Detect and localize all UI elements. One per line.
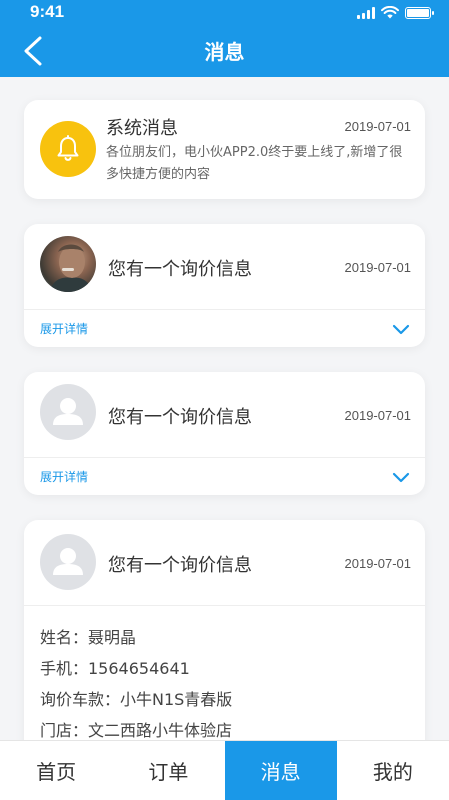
tab-orders[interactable]: 订单 xyxy=(112,741,224,800)
message-list[interactable]: 系统消息 2019-07-01 各位朋友们，电小伙APP2.0终于要上线了,新增… xyxy=(0,77,449,740)
expand-details-link[interactable]: 展开详情 xyxy=(40,320,88,337)
inquiry-card-expanded[interactable]: 您有一个询价信息 2019-07-01 姓名：聂明晶 手机：1564654641… xyxy=(24,520,425,740)
tab-messages[interactable]: 消息 xyxy=(224,741,337,800)
inquiry-card[interactable]: 您有一个询价信息 2019-07-01 展开详情 xyxy=(24,372,425,495)
inquiry-date: 2019-07-01 xyxy=(344,408,412,423)
bottom-tab-bar: 首页 订单 消息 我的 xyxy=(0,740,449,800)
person-placeholder-icon xyxy=(53,398,83,425)
status-bar: 9:41 xyxy=(0,0,449,24)
expand-details-link[interactable]: 展开详情 xyxy=(40,468,88,485)
page-title: 消息 xyxy=(204,40,245,64)
header: 9:41 消息 xyxy=(0,0,449,77)
inquiry-title: 您有一个询价信息 xyxy=(108,555,252,576)
chevron-down-icon[interactable] xyxy=(391,322,411,336)
system-message-title: 系统消息 xyxy=(106,118,178,139)
customer-phone: 手机：1564654641 xyxy=(40,659,190,678)
status-time: 9:41 xyxy=(30,2,65,21)
user-photo-icon xyxy=(50,244,92,292)
tab-home[interactable]: 首页 xyxy=(0,741,112,800)
inquiry-date: 2019-07-01 xyxy=(344,556,412,571)
inquiry-title: 您有一个询价信息 xyxy=(108,407,252,428)
divider xyxy=(24,605,425,606)
system-avatar xyxy=(40,121,96,177)
inquired-model: 询价车款：小牛N1S青春版 xyxy=(40,690,233,709)
default-avatar xyxy=(40,384,96,440)
default-avatar xyxy=(40,534,96,590)
inquiry-card[interactable]: 您有一个询价信息 2019-07-01 展开详情 xyxy=(24,224,425,347)
divider xyxy=(24,457,425,458)
battery-icon xyxy=(405,6,434,19)
customer-name: 姓名：聂明晶 xyxy=(40,628,137,647)
tab-mine[interactable]: 我的 xyxy=(337,741,449,800)
inquiry-date: 2019-07-01 xyxy=(344,260,412,275)
cellular-signal-icon xyxy=(357,6,375,19)
system-message-date: 2019-07-01 xyxy=(344,119,412,134)
system-message-card[interactable]: 系统消息 2019-07-01 各位朋友们，电小伙APP2.0终于要上线了,新增… xyxy=(24,100,425,199)
bell-icon xyxy=(57,135,79,161)
user-avatar xyxy=(40,236,96,292)
system-message-text: 各位朋友们，电小伙APP2.0终于要上线了,新增了很多快捷方便的内容 xyxy=(106,145,403,182)
store-name: 门店：文二西路小牛体验店 xyxy=(40,721,233,740)
chevron-down-icon[interactable] xyxy=(391,470,411,484)
wifi-icon xyxy=(381,6,399,19)
status-icons xyxy=(357,6,434,19)
inquiry-title: 您有一个询价信息 xyxy=(108,259,252,280)
person-placeholder-icon xyxy=(53,548,83,575)
divider xyxy=(24,309,425,310)
